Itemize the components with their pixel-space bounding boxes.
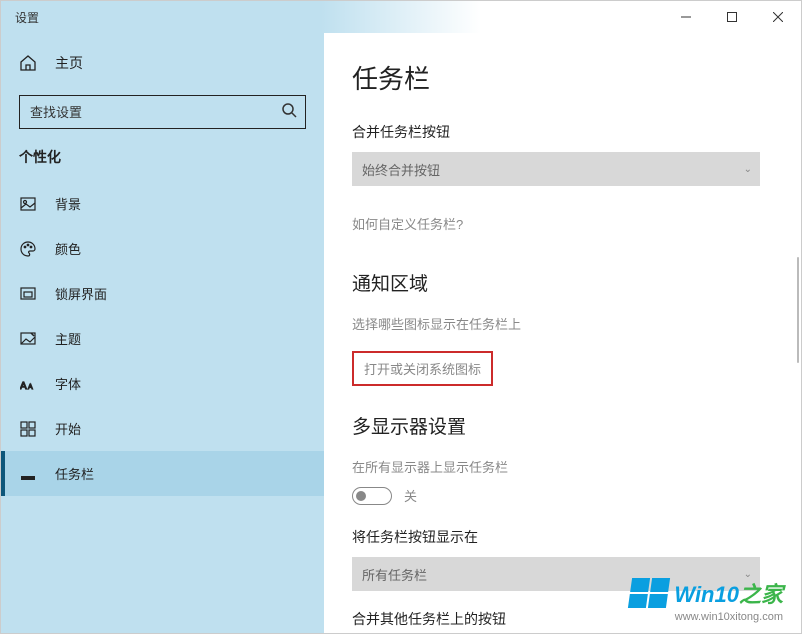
show-all-toggle-row: 关	[352, 486, 769, 505]
window-controls	[663, 1, 801, 33]
multi-display-head: 多显示器设置	[352, 412, 769, 439]
notification-head: 通知区域	[352, 269, 769, 296]
show-all-label: 在所有显示器上显示任务栏	[352, 457, 769, 476]
close-button[interactable]	[755, 1, 801, 33]
nav-lockscreen[interactable]: 锁屏界面	[1, 271, 324, 316]
nav-background[interactable]: 背景	[1, 181, 324, 226]
scrollbar[interactable]	[797, 257, 799, 363]
home-icon	[19, 54, 37, 72]
sidebar: 主页 个性化 背景 颜色 锁屏界面 主题	[1, 33, 324, 633]
svg-text:A: A	[28, 384, 33, 391]
select-icons-link[interactable]: 选择哪些图标显示在任务栏上	[352, 314, 769, 333]
theme-icon	[19, 330, 37, 348]
combine-dropdown[interactable]: 始终合并按钮 ⌄	[352, 152, 760, 186]
system-icons-link[interactable]: 打开或关闭系统图标	[352, 351, 493, 386]
window-title: 设置	[15, 9, 39, 26]
lockscreen-icon	[19, 285, 37, 303]
combine-label: 合并任务栏按钮	[352, 122, 769, 142]
sidebar-section: 个性化	[1, 147, 324, 181]
nav-items: 背景 颜色 锁屏界面 主题 AA 字体 开始	[1, 181, 324, 496]
start-icon	[19, 420, 37, 438]
search-icon	[281, 102, 297, 123]
nav-label: 锁屏界面	[55, 284, 107, 303]
search-box[interactable]	[19, 95, 306, 129]
image-icon	[19, 195, 37, 213]
minimize-button[interactable]	[663, 1, 709, 33]
show-buttons-label: 将任务栏按钮显示在	[352, 527, 769, 547]
nav-start[interactable]: 开始	[1, 406, 324, 451]
maximize-button[interactable]	[709, 1, 755, 33]
dropdown-value: 始终合并按钮	[362, 160, 440, 179]
nav-colors[interactable]: 颜色	[1, 226, 324, 271]
toggle-off-label: 关	[404, 486, 417, 505]
nav-label: 字体	[55, 374, 81, 393]
chevron-down-icon: ⌄	[744, 164, 752, 175]
search-input[interactable]	[30, 105, 281, 120]
nav-label: 开始	[55, 419, 81, 438]
content: 任务栏 合并任务栏按钮 始终合并按钮 ⌄ 如何自定义任务栏? 通知区域 选择哪些…	[324, 33, 801, 633]
nav-label: 任务栏	[55, 464, 94, 483]
watermark: Win10之家 www.win10xitong.com	[630, 577, 783, 623]
taskbar-icon	[19, 465, 37, 483]
watermark-url: www.win10xitong.com	[630, 611, 783, 623]
watermark-brand: Win10之家	[674, 577, 783, 609]
dropdown-value: 所有任务栏	[362, 565, 427, 584]
home-link[interactable]: 主页	[1, 43, 324, 83]
page-title: 任务栏	[352, 59, 769, 96]
nav-label: 主题	[55, 329, 81, 348]
windows-logo-icon	[628, 578, 670, 608]
main: 主页 个性化 背景 颜色 锁屏界面 主题	[1, 33, 801, 633]
palette-icon	[19, 240, 37, 258]
svg-text:A: A	[20, 381, 27, 392]
titlebar: 设置	[1, 1, 801, 33]
nav-fonts[interactable]: AA 字体	[1, 361, 324, 406]
nav-themes[interactable]: 主题	[1, 316, 324, 361]
font-icon: AA	[19, 375, 37, 393]
nav-label: 背景	[55, 194, 81, 213]
nav-label: 颜色	[55, 239, 81, 258]
customize-link[interactable]: 如何自定义任务栏?	[352, 214, 769, 233]
show-all-toggle[interactable]	[352, 487, 392, 505]
nav-taskbar[interactable]: 任务栏	[1, 451, 324, 496]
home-label: 主页	[55, 53, 83, 73]
